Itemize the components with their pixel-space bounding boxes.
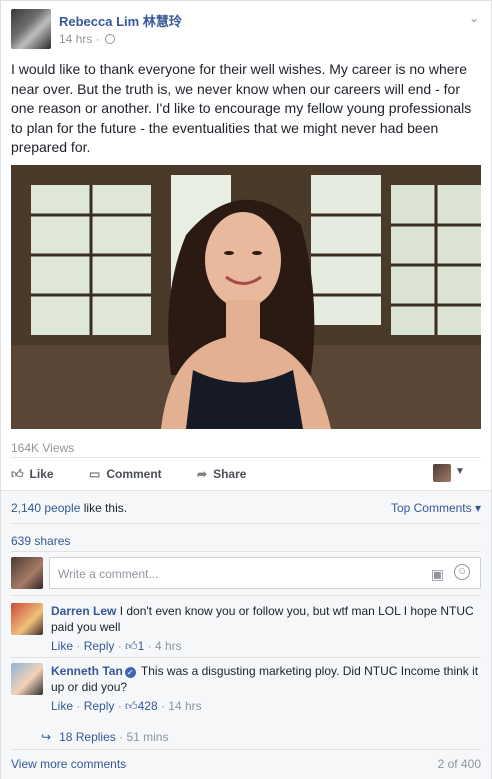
avatar[interactable] (11, 663, 43, 695)
like-button[interactable]: 👍︎ Like (11, 458, 54, 490)
comment-label: Comment (106, 467, 162, 481)
comment-like-count[interactable]: 1 (138, 639, 145, 653)
chevron-down-icon[interactable]: ⌄ (467, 11, 481, 25)
comment-input[interactable]: Write a comment... ▣ ☺ (49, 557, 481, 589)
video-frame (11, 165, 481, 429)
comment-text: Kenneth Tan ✓ This was a disgusting marke… (51, 663, 481, 695)
identity-selector[interactable]: ▼ (433, 463, 471, 485)
action-bar: 👍︎ Like ▭ Comment ➦ Share ▼ (11, 457, 481, 490)
top-comments-dropdown[interactable]: Top Comments ▾ (391, 501, 481, 515)
camera-icon[interactable]: ▣ (431, 566, 444, 583)
post-meta: 14 hrs · (59, 32, 116, 46)
verified-icon: ✓ (124, 667, 136, 678)
comment-placeholder: Write a comment... (58, 567, 159, 581)
comment-time[interactable]: · 4 hrs (148, 639, 182, 653)
commenter-name[interactable]: Darren Lew (51, 604, 116, 618)
view-more-comments[interactable]: View more comments (11, 757, 126, 771)
likes-summary: 2,140 people like this. Top Comments ▾ (11, 501, 481, 515)
comment-reply-link[interactable]: Reply (84, 699, 115, 713)
commenter-name[interactable]: Kenneth Tan (51, 664, 123, 678)
comment-composer: Write a comment... ▣ ☺ (11, 557, 481, 589)
likes-suffix: like this. (80, 501, 128, 515)
author-name[interactable]: Rebecca Lim 林慧玲 (59, 11, 182, 30)
view-count: 164K Views (11, 441, 75, 455)
post-time[interactable]: 14 hrs · (59, 32, 100, 46)
comment-like-link[interactable]: Like (51, 699, 73, 713)
avatar (11, 557, 43, 589)
divider (11, 523, 481, 524)
reply-arrow-icon: ↪ (41, 730, 52, 744)
divider (11, 749, 481, 750)
comment-time[interactable]: · 14 hrs (161, 699, 202, 713)
divider (11, 551, 481, 552)
like-label: Like (29, 467, 54, 481)
author-avatar[interactable] (11, 9, 51, 49)
share-button[interactable]: ➦ Share (197, 458, 246, 490)
feedback-section: 2,140 people like this. Top Comments ▾ 6… (1, 490, 491, 779)
avatar[interactable] (11, 603, 43, 635)
comment-text: Darren Lew I don't even know you or foll… (51, 603, 481, 635)
replies-count[interactable]: 18 Replies (59, 730, 116, 744)
comment-button[interactable]: ▭ Comment (89, 458, 162, 490)
globe-icon (105, 34, 116, 44)
caret-down-icon: ▼ (455, 466, 465, 477)
comment-meta: Like · Reply · 👍︎428 · 14 hrs (51, 699, 202, 713)
like-icon: 👍︎ (11, 467, 24, 481)
comment-like-link[interactable]: Like (51, 639, 73, 653)
post-text: I would like to thank everyone for their… (11, 61, 472, 155)
share-label: Share (213, 467, 247, 481)
likes-count[interactable]: 2,140 people (11, 501, 80, 515)
share-icon: ➦ (197, 467, 208, 481)
post-header: Rebecca Lim 林慧玲 14 hrs · ⌄ (11, 9, 481, 51)
post-card: Rebecca Lim 林慧玲 14 hrs · ⌄ I would like … (0, 0, 492, 779)
divider (11, 657, 481, 658)
smile-icon[interactable]: ☺ (454, 564, 470, 580)
comment-meta: Like · Reply · 👍︎1 · 4 hrs (51, 639, 182, 653)
thumb-up-icon: 👍︎ (125, 699, 138, 713)
replies-link[interactable]: ↪ 18 Replies · 51 mins (41, 730, 168, 744)
divider (11, 595, 481, 596)
replies-time: · 51 mins (119, 730, 169, 744)
comment-like-count[interactable]: 428 (138, 699, 158, 713)
comment-reply-link[interactable]: Reply (84, 639, 115, 653)
video-player[interactable] (11, 165, 481, 429)
avatar (433, 464, 451, 482)
comment-count: 2 of 400 (437, 757, 481, 771)
thumb-up-icon: 👍︎ (125, 639, 138, 653)
shares-count[interactable]: 639 shares (11, 534, 70, 548)
comment-icon: ▭ (89, 467, 101, 481)
